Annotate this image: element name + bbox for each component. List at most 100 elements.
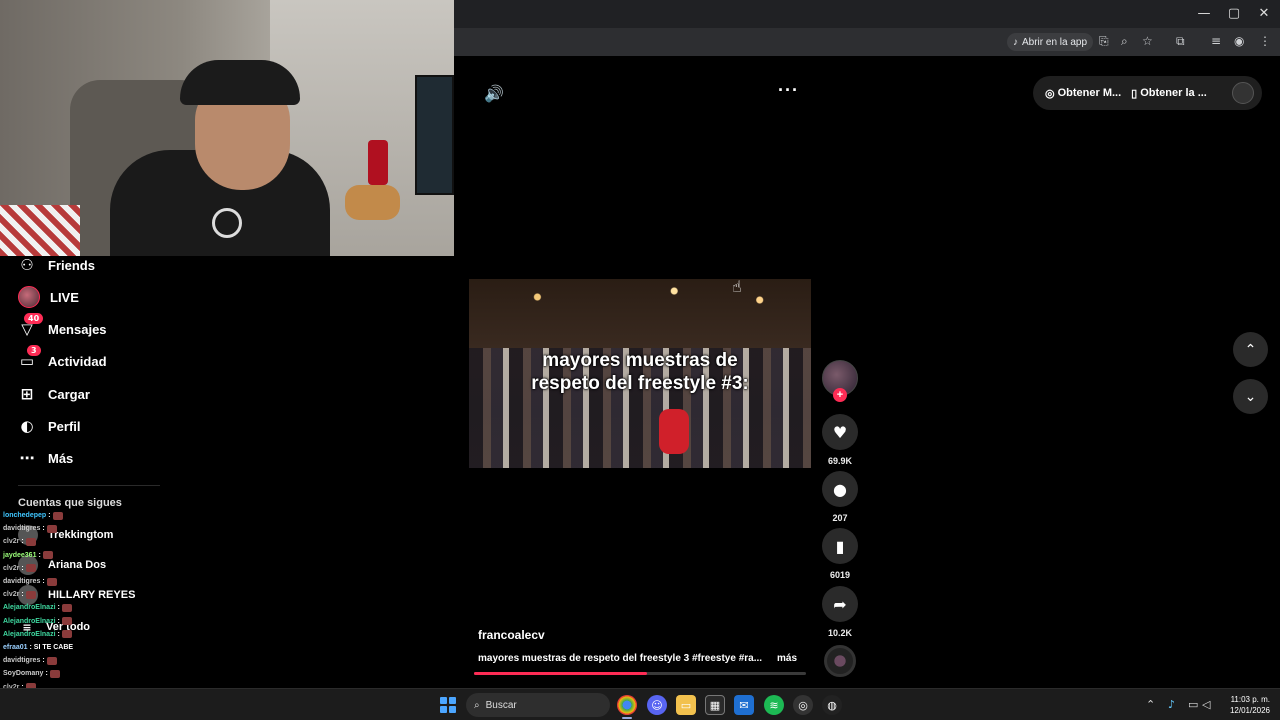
chat-text: : — [21, 591, 24, 599]
more-icon: ⋯ — [19, 449, 35, 467]
get-coins-button[interactable]: ◎ Obtener M... — [1045, 87, 1121, 100]
chat-username: clv2r — [3, 538, 20, 546]
chat-message: davidtigres: — [3, 522, 183, 535]
speaker-icon[interactable]: ◁ — [1202, 698, 1210, 711]
video-caption-line: mayores muestras de — [542, 350, 738, 371]
chevron-down-icon: ⌄ — [1244, 388, 1257, 405]
extensions-icon[interactable]: ⧉ — [1176, 34, 1185, 49]
following-title: Cuentas que sigues — [18, 497, 122, 509]
video-description: mayores muestras de respeto del freestyl… — [478, 653, 763, 664]
sidebar-item-label: Perfil — [48, 418, 81, 434]
obs-icon[interactable]: ◍ — [822, 695, 842, 715]
get-app-label: Obtener la ... — [1140, 87, 1207, 99]
taskbar-search-placeholder: Buscar — [485, 699, 517, 711]
taskbar-clock[interactable]: 11:03 p. m. 12/01/2026 — [1224, 694, 1270, 716]
messages-icon: ▽ 40 — [18, 313, 44, 338]
video-lights — [469, 279, 811, 339]
chat-text: : — [57, 630, 60, 638]
sidebar-item-profile[interactable]: ◐ Perfil — [18, 417, 81, 435]
zoom-icon[interactable]: ⌕ — [1121, 34, 1128, 49]
chat-emote-icon — [61, 630, 72, 639]
user-avatar[interactable] — [1232, 82, 1254, 104]
upload-icon: ⊞ — [20, 385, 34, 403]
windows-taskbar: ⌕ Buscar ☺ ▭ ▦ ✉ ≋ ◎ ◍ ⌃ ♪ ▭ ◁ 11:03 p. … — [0, 688, 1280, 720]
taskbar-search[interactable]: ⌕ Buscar — [466, 693, 610, 717]
sidebar-item-label: Más — [48, 450, 74, 466]
get-app-button[interactable]: ▯ Obtener la ... — [1131, 87, 1207, 100]
previous-video-button[interactable]: ⌃ — [1233, 332, 1268, 367]
chat-emote-icon — [46, 577, 57, 586]
share-icon[interactable]: ➦ — [822, 586, 858, 622]
chat-emote-icon — [61, 617, 72, 626]
sidebar-item-more[interactable]: ⋯ Más — [18, 449, 74, 467]
sidebar-divider — [18, 485, 160, 486]
comment-icon[interactable]: ● — [822, 471, 858, 507]
chat-username: AlejandroElnazi — [3, 617, 56, 625]
music-disc-icon[interactable] — [824, 645, 856, 677]
video-red-figure — [659, 409, 689, 454]
description-more-link[interactable]: más — [777, 653, 797, 664]
minimize-button[interactable]: — — [1194, 6, 1214, 21]
chat-emote-icon — [46, 656, 57, 665]
close-button[interactable]: ✕ — [1254, 6, 1274, 21]
chat-message: AlejandroElnazi: — [3, 615, 183, 628]
chat-message: davidtigres: — [3, 575, 183, 588]
browser-titlebar: — ▢ ✕ — [454, 0, 1280, 28]
file-explorer-icon[interactable]: ▭ — [676, 695, 696, 715]
chat-text: : — [42, 578, 45, 586]
video-author[interactable]: francoalecv — [478, 628, 545, 642]
bookmark-star-icon[interactable]: ☆ — [1142, 34, 1153, 48]
profile-avatar-icon[interactable]: ◉ — [1234, 34, 1244, 48]
next-video-button[interactable]: ⌄ — [1233, 379, 1268, 414]
chrome-icon[interactable] — [617, 695, 637, 715]
store-icon[interactable]: ▦ — [705, 695, 725, 715]
network-icon[interactable]: ▭ — [1188, 698, 1198, 711]
translate-icon[interactable]: ⎘ — [1099, 34, 1109, 49]
sidebar-item-friends[interactable]: ⚇ Friends — [18, 256, 95, 274]
mail-icon[interactable]: ✉ — [734, 695, 754, 715]
get-coins-label: Obtener M... — [1057, 87, 1122, 99]
chat-username: jaydee361 — [3, 551, 37, 559]
chat-text: : — [45, 670, 48, 678]
friends-icon: ⚇ — [20, 256, 34, 274]
chat-message: AlejandroElnazi: — [3, 601, 183, 614]
webcam-overlay — [0, 0, 454, 256]
sidebar-item-upload[interactable]: ⊞ Cargar — [18, 385, 90, 403]
chat-emote-icon — [25, 564, 36, 573]
streamer-logo — [212, 208, 242, 238]
volume-icon[interactable]: 🔊 — [484, 84, 504, 103]
bookmark-icon[interactable]: ▮ — [822, 528, 858, 564]
search-icon: ⌕ — [474, 699, 480, 711]
share-count: 10.2K — [827, 628, 853, 638]
sidebar-item-label: LIVE — [50, 289, 79, 305]
chat-username: AlejandroElnazi — [3, 604, 56, 612]
chat-emote-icon — [42, 551, 53, 560]
chat-message: AlejandroElnazi: — [3, 628, 183, 641]
microphone-icon[interactable]: ♪ — [1168, 698, 1175, 711]
sidebar-item-activity[interactable]: ▭ 3 Actividad — [18, 345, 107, 370]
more-options-icon[interactable]: ··· — [778, 80, 799, 101]
app-icon[interactable]: ◎ — [793, 695, 813, 715]
video-progress-bar[interactable] — [474, 672, 806, 675]
tray-chevron-icon[interactable]: ⌃ — [1146, 698, 1155, 711]
sidebar-item-label: Friends — [48, 257, 95, 273]
clock-time: 11:03 p. m. — [1230, 695, 1270, 704]
chat-username: clv2r — [3, 564, 20, 572]
windows-start-icon[interactable] — [440, 697, 456, 713]
restore-button[interactable]: ▢ — [1224, 6, 1244, 21]
chat-text: : — [57, 617, 60, 625]
video-player[interactable]: mayores muestras de respeto del freestyl… — [469, 279, 811, 468]
spotify-icon[interactable]: ≋ — [764, 695, 784, 715]
sidebar-item-live[interactable]: LIVE — [18, 286, 79, 308]
follow-plus-button[interactable]: + — [833, 388, 847, 402]
chat-emote-icon — [52, 511, 63, 520]
heart-icon[interactable]: ♥ — [822, 414, 858, 450]
chat-username: AlejandroElnazi — [3, 630, 56, 638]
media-icon[interactable]: ≡ — [1211, 34, 1221, 48]
open-in-app-button[interactable]: ♪ Abrir en la app — [1007, 33, 1094, 51]
sidebar-item-messages[interactable]: ▽ 40 Mensajes — [18, 313, 107, 338]
discord-icon[interactable]: ☺ — [647, 695, 667, 715]
save-action: ▮ 6019 — [822, 528, 858, 580]
chrome-active-indicator — [622, 717, 632, 719]
menu-icon[interactable]: ⋮ — [1259, 34, 1271, 48]
